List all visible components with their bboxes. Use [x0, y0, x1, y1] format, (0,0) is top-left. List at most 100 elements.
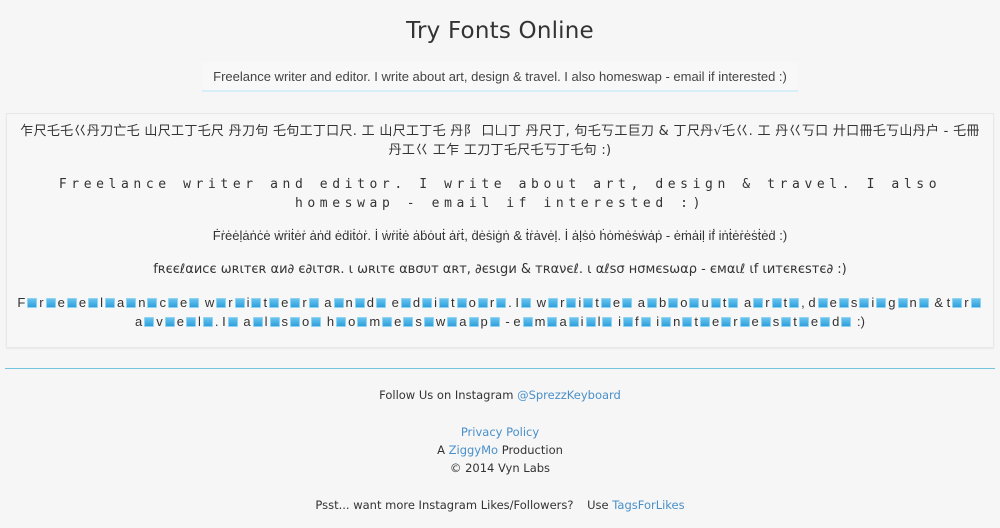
text-input[interactable] — [202, 62, 798, 90]
blue-square-icon — [522, 317, 533, 327]
boxed-letter: d — [412, 295, 421, 310]
boxed-letter: b — [659, 295, 667, 310]
tagsforlikes-link[interactable]: TagsForLikes — [612, 498, 684, 512]
blue-square-icon — [144, 317, 155, 327]
blue-square-icon — [622, 298, 633, 308]
blue-square-icon — [721, 317, 732, 327]
promo-text: Psst... want more Instagram Likes/Follow… — [315, 498, 574, 512]
blue-square-icon — [357, 317, 368, 327]
boxed-letter: n — [673, 314, 681, 329]
boxed-letter: h — [326, 314, 335, 329]
blue-square-icon — [668, 298, 679, 308]
boxed-letter: w — [204, 295, 215, 310]
blue-square-icon — [710, 298, 721, 308]
boxed-letter: s — [281, 314, 289, 329]
boxed-letter: n — [909, 295, 917, 310]
blue-square-icon — [521, 298, 532, 308]
boxed-letter: t — [793, 314, 797, 329]
blue-square-icon — [602, 317, 613, 327]
blue-square-icon — [400, 298, 411, 308]
blue-square-icon — [269, 317, 280, 327]
blue-square-icon — [820, 317, 831, 327]
blue-square-icon — [689, 298, 700, 308]
blue-square-icon — [227, 317, 238, 327]
promo-line: Psst... want more Instagram Likes/Follow… — [0, 498, 1000, 512]
boxed-letter: e — [394, 314, 402, 329]
font-results-panel: 乍尺乇乇巜丹刀亡乇 山尺工丁乇尺 丹刀句 乇句工丁口尺. 工 山尺工丁乇 丹阝 … — [6, 113, 994, 348]
boxed-letter: p — [480, 314, 488, 329]
blue-square-icon — [308, 298, 319, 308]
boxed-letter: e — [179, 295, 188, 310]
font-result-wide[interactable]: Freelance writer and editor. I write abo… — [7, 175, 993, 213]
blue-square-icon — [423, 317, 434, 327]
boxed-letter: a — [324, 295, 332, 310]
blue-square-icon — [585, 317, 596, 327]
boxed-letter: l — [597, 314, 601, 329]
boxed-letter: d — [832, 314, 840, 329]
blue-square-icon — [918, 298, 929, 308]
boxed-letter: I — [222, 314, 226, 329]
boxed-letter: a — [459, 314, 467, 329]
blue-square-icon — [189, 298, 200, 308]
blue-square-icon — [876, 298, 887, 308]
boxed-letter: r — [302, 295, 307, 310]
boxed-letter: o — [468, 295, 476, 310]
font-result-boxed[interactable]: Freelance writer and editor. I write abo… — [7, 293, 993, 331]
boxed-letter: e — [612, 295, 621, 310]
boxed-letter: i — [246, 295, 250, 310]
blue-square-icon — [771, 298, 782, 308]
blue-square-icon — [202, 317, 213, 327]
blue-square-icon — [185, 317, 196, 327]
font-result-dotted[interactable]: Ḟṙėėḷȧṅċė ẇṙiṫėṙ ȧṅḋ ėḋiṫȯṙ. İ ẇṙiṫė ȧḃȯ… — [7, 226, 993, 245]
blue-square-icon — [234, 298, 245, 308]
production-credit: A ZiggyMo Production — [0, 443, 1000, 457]
boxed-letter: e — [513, 314, 521, 329]
boxed-letter: a — [559, 314, 567, 329]
boxed-letter: e — [711, 314, 720, 329]
blue-square-icon — [859, 298, 870, 308]
privacy-policy-link[interactable]: Privacy Policy — [461, 425, 539, 439]
boxed-letter: e — [78, 295, 87, 310]
boxed-letter: v — [156, 314, 163, 329]
boxed-letter: e — [829, 295, 837, 310]
blue-square-icon — [252, 317, 263, 327]
blue-square-icon — [566, 298, 577, 308]
boxed-letter: l — [197, 314, 201, 329]
blue-square-icon — [728, 298, 739, 308]
blue-square-icon — [817, 298, 828, 308]
blue-square-icon — [333, 298, 344, 308]
font-result-fancy[interactable]: fʀєєℓαиϲє ωʀιтєʀ αи∂ є∂ιтσʀ. ι ωʀιтє αвσ… — [7, 260, 993, 279]
blue-square-icon — [489, 317, 500, 327]
boxed-letter: s — [772, 314, 780, 329]
blue-square-icon — [311, 317, 322, 327]
blue-square-icon — [970, 298, 981, 308]
blue-square-icon — [216, 298, 227, 308]
boxed-letter: t — [946, 295, 951, 310]
boxed-letter: i — [618, 314, 621, 329]
boxed-letter: a — [135, 314, 143, 329]
blue-square-icon — [897, 298, 908, 308]
boxed-letter: i — [656, 314, 660, 329]
boxed-letter: e — [810, 314, 819, 329]
page-title: Try Fonts Online — [406, 18, 594, 44]
instagram-follow: Follow Us on Instagram @SprezzKeyboard — [0, 388, 1000, 402]
boxed-letter: r — [39, 295, 44, 310]
boxed-letter: i — [434, 295, 437, 310]
boxed-letter: e — [281, 295, 289, 310]
boxed-letter: t — [694, 314, 698, 329]
font-result-cjk[interactable]: 乍尺乇乇巜丹刀亡乇 山尺工丁乇尺 丹刀句 乇句工丁口尺. 工 山尺工丁乇 丹阝 … — [7, 122, 993, 160]
text-input-wrapper — [202, 62, 798, 92]
boxed-letter: a — [743, 295, 752, 310]
boxed-letter: s — [415, 314, 422, 329]
boxed-letter: a — [117, 295, 125, 310]
boxed-letter: r — [733, 314, 738, 329]
boxed-letter: g — [888, 295, 896, 310]
ziggymo-link[interactable]: ZiggyMo — [449, 443, 498, 457]
blue-square-icon — [789, 298, 800, 308]
boxed-letter: n — [345, 295, 353, 310]
blue-square-icon — [781, 317, 792, 327]
instagram-link[interactable]: @SprezzKeyboard — [517, 388, 621, 402]
boxed-letter: w — [435, 314, 446, 329]
blue-square-icon — [753, 298, 764, 308]
blue-square-icon — [382, 317, 393, 327]
